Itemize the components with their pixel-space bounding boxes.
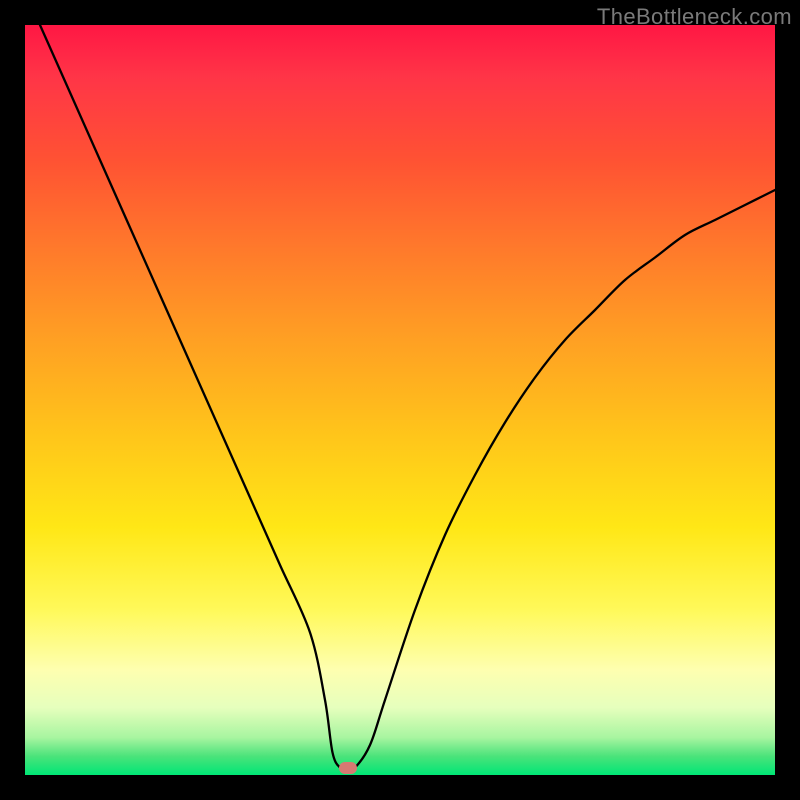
- watermark-text: TheBottleneck.com: [597, 4, 792, 30]
- optimal-point-marker: [339, 762, 357, 774]
- bottleneck-curve: [25, 25, 775, 775]
- chart-frame: [25, 25, 775, 775]
